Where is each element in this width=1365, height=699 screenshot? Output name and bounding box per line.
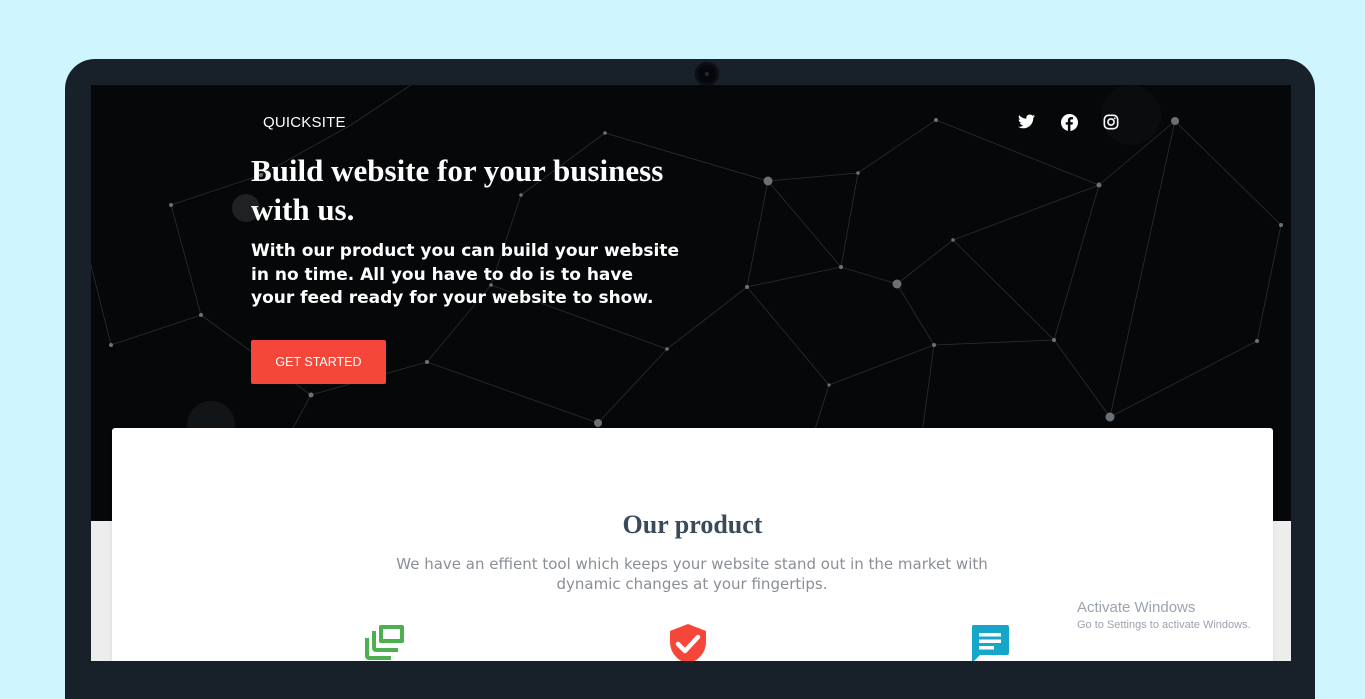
shield-check-icon (668, 623, 708, 661)
instagram-icon[interactable] (1103, 114, 1119, 130)
hero-title: Build website for your business with us. (251, 153, 664, 227)
get-started-button[interactable]: GET STARTED (251, 340, 386, 384)
stacked-layers-icon (364, 623, 406, 661)
hero-description: With our product you can build your webs… (251, 241, 679, 308)
product-description: We have an effient tool which keeps your… (396, 555, 988, 593)
watermark-title: Activate Windows (1077, 599, 1196, 616)
product-title: Our product (622, 510, 763, 539)
brand-logo[interactable]: QUICKSITE (263, 114, 346, 131)
chat-message-icon (969, 623, 1011, 661)
webcam-icon (695, 62, 719, 86)
activate-windows-watermark: Activate Windows Go to Settings to activ… (1077, 599, 1251, 631)
facebook-icon[interactable] (1061, 114, 1078, 131)
website-screen: QUICKSITE Build website for your busines… (91, 85, 1291, 661)
watermark-subtitle: Go to Settings to activate Windows. (1077, 619, 1251, 631)
twitter-icon[interactable] (1018, 114, 1035, 129)
